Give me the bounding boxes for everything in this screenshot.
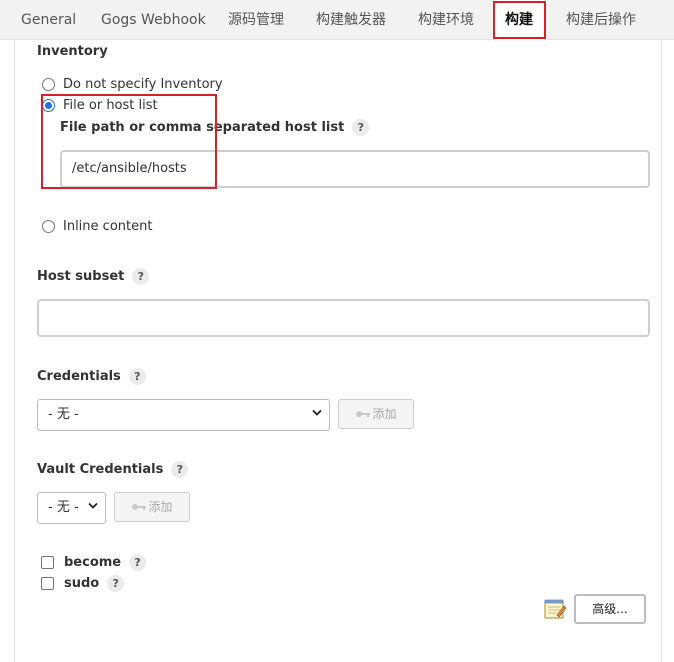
credentials-label: Credentials? <box>37 368 146 385</box>
vault-credentials-label-text: Vault Credentials <box>37 462 164 477</box>
radio-label: File or host list <box>63 98 158 113</box>
file-path-label: File path or comma separated host list? <box>60 119 370 136</box>
tab-gogs-webhook[interactable]: Gogs Webhook <box>101 0 206 40</box>
vault-credentials-add-button[interactable]: 添加 <box>114 492 190 522</box>
vault-credentials-select[interactable]: - 无 - <box>37 492 106 524</box>
key-icon <box>355 401 371 429</box>
become-checkbox[interactable] <box>41 556 54 569</box>
tab-build-environment[interactable]: 构建环境 <box>418 0 474 40</box>
advanced-button[interactable]: 高级... <box>574 594 646 624</box>
help-icon[interactable]: ? <box>129 554 147 571</box>
become-label: become <box>64 555 122 570</box>
help-icon[interactable]: ? <box>132 268 150 285</box>
sudo-label: sudo <box>64 576 100 591</box>
host-subset-label: Host subset? <box>37 268 150 285</box>
help-icon[interactable]: ? <box>107 575 125 592</box>
file-path-label-text: File path or comma separated host list <box>60 120 345 135</box>
host-subset-input[interactable] <box>37 299 650 337</box>
credentials-label-text: Credentials <box>37 369 121 384</box>
host-subset-label-text: Host subset <box>37 269 125 284</box>
sudo-option[interactable]: sudo? <box>41 575 125 592</box>
chevron-down-icon <box>312 400 322 430</box>
credentials-select-value: - 无 - <box>48 407 79 422</box>
radio-label: Do not specify Inventory <box>63 77 223 92</box>
radio-button-selected[interactable] <box>42 99 55 112</box>
radio-button[interactable] <box>42 78 55 91</box>
file-path-input[interactable]: /etc/ansible/hosts <box>60 150 650 188</box>
credentials-add-button[interactable]: 添加 <box>338 399 414 429</box>
tab-build[interactable]: 构建 <box>494 0 544 41</box>
help-icon[interactable]: ? <box>128 368 146 385</box>
sudo-checkbox[interactable] <box>41 577 54 590</box>
credentials-select[interactable]: - 无 - <box>37 399 330 431</box>
become-option[interactable]: become? <box>41 554 147 571</box>
chevron-down-icon <box>88 493 98 523</box>
help-icon[interactable]: ? <box>171 461 189 478</box>
tab-source-management[interactable]: 源码管理 <box>228 0 284 40</box>
radio-inline-content[interactable]: Inline content <box>42 219 152 234</box>
notepad-icon[interactable] <box>543 597 567 625</box>
tab-general[interactable]: General <box>21 0 76 40</box>
vault-credentials-select-value: - 无 - <box>48 500 79 515</box>
help-icon[interactable]: ? <box>352 119 370 136</box>
add-label: 添加 <box>372 407 397 421</box>
tab-post-build-actions[interactable]: 构建后操作 <box>566 0 636 40</box>
radio-do-not-specify[interactable]: Do not specify Inventory <box>42 77 223 92</box>
add-label: 添加 <box>148 500 173 514</box>
tab-build-triggers[interactable]: 构建触发器 <box>316 0 386 40</box>
key-icon <box>131 494 147 522</box>
vault-credentials-label: Vault Credentials? <box>37 461 189 478</box>
radio-file-or-host-list[interactable]: File or host list <box>42 98 158 113</box>
inventory-title: Inventory <box>37 44 108 59</box>
radio-label: Inline content <box>63 219 153 234</box>
tab-bar: General Gogs Webhook 源码管理 构建触发器 构建环境 构建 … <box>0 0 674 41</box>
radio-button[interactable] <box>42 220 55 233</box>
